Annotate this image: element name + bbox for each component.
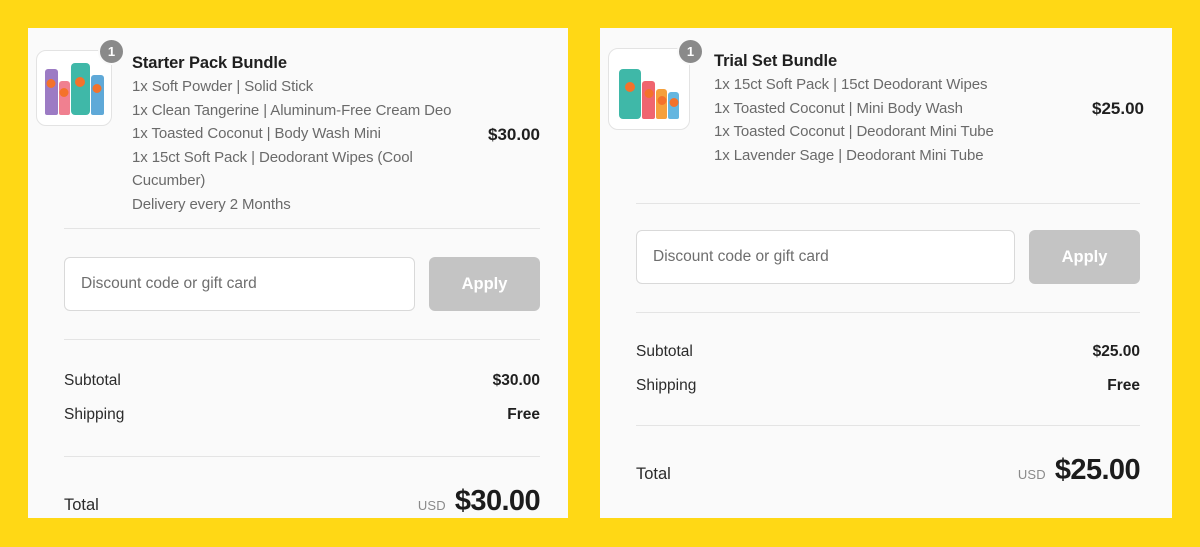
product-line-item: 1x 15ct Soft Pack | 15ct Deodorant Wipes xyxy=(714,76,988,93)
product-image xyxy=(608,48,690,130)
product-line-item: 1x Clean Tangerine | Aluminum-Free Cream… xyxy=(132,101,452,119)
subtotal-value: $25.00 xyxy=(1092,343,1140,360)
discount-code-input[interactable] xyxy=(636,230,1015,284)
grand-total-label: Total xyxy=(64,496,99,514)
product-line-item: 1x Toasted Coconut | Body Wash Mini xyxy=(132,125,381,142)
totals-section: Subtotal $25.00 Shipping Free xyxy=(600,313,1172,403)
grand-total-amount-wrap: USD $30.00 xyxy=(417,485,541,518)
product-row: 1 Starter Pack Bundle 1x Soft Powder | S… xyxy=(28,28,568,216)
bottle-pink-icon xyxy=(58,81,70,115)
bottle-blue-icon xyxy=(90,75,104,115)
order-summary-card-right: 1 Trial Set Bundle 1x 15ct Soft Pack | 1… xyxy=(600,28,1172,518)
product-title: Starter Pack Bundle xyxy=(132,54,287,72)
grand-total-amount-wrap: USD $25.00 xyxy=(1017,454,1141,487)
product-line-item: 1x Lavender Sage | Deodorant Mini Tube xyxy=(714,146,984,164)
grand-total-row: Total USD $25.00 xyxy=(600,426,1172,487)
apply-discount-button[interactable]: Apply xyxy=(1029,230,1140,284)
product-title: Trial Set Bundle xyxy=(714,52,838,70)
totals-section: Subtotal $30.00 Shipping Free xyxy=(28,340,568,432)
wipes-pack-teal-icon xyxy=(70,63,90,115)
quantity-badge: 1 xyxy=(677,38,704,65)
product-image xyxy=(36,50,112,126)
product-line-item: 1x Toasted Coconut | Mini Body Wash xyxy=(714,99,963,117)
product-price: $25.00 xyxy=(1092,98,1144,118)
subtotal-row: Subtotal $25.00 xyxy=(636,335,1140,369)
wipes-pack-teal-icon xyxy=(619,69,641,119)
product-price: $30.00 xyxy=(488,125,540,144)
currency-code: USD xyxy=(1017,467,1046,482)
grand-total-row: Total USD $30.00 xyxy=(28,457,568,518)
apply-discount-button[interactable]: Apply xyxy=(429,257,540,311)
shipping-value: Free xyxy=(507,406,540,423)
product-line-item: 1x 15ct Soft Pack | Deodorant Wipes (Coo… xyxy=(132,148,413,190)
shipping-label: Shipping xyxy=(64,406,125,423)
product-details: Starter Pack Bundle 1x Soft Powder | Sol… xyxy=(112,50,476,216)
grand-total-amount: $30.00 xyxy=(454,485,541,517)
shipping-row: Shipping Free xyxy=(64,398,540,432)
subtotal-label: Subtotal xyxy=(636,343,693,360)
subtotal-value: $30.00 xyxy=(492,372,540,389)
discount-row: Apply xyxy=(28,229,568,339)
checkout-summary-stage: 1 Starter Pack Bundle 1x Soft Powder | S… xyxy=(0,0,1200,547)
product-line-item: 1x Toasted Coconut | Deodorant Mini Tube xyxy=(714,123,994,140)
order-summary-card-left: 1 Starter Pack Bundle 1x Soft Powder | S… xyxy=(28,28,568,518)
product-thumbnail-wrap: 1 xyxy=(36,38,125,126)
product-thumbnail-wrap: 1 xyxy=(608,38,704,130)
discount-row: Apply xyxy=(600,204,1172,312)
subtotal-label: Subtotal xyxy=(64,372,121,389)
grand-total-amount: $25.00 xyxy=(1054,454,1141,486)
shipping-label: Shipping xyxy=(636,377,697,394)
product-bottles-illustration xyxy=(37,59,111,115)
currency-code: USD xyxy=(417,498,446,513)
product-bottles-illustration xyxy=(609,63,689,119)
quantity-badge: 1 xyxy=(98,38,125,65)
product-details: Trial Set Bundle 1x 15ct Soft Pack | 15c… xyxy=(690,48,1080,167)
discount-code-input[interactable] xyxy=(64,257,415,311)
bottle-blue-icon xyxy=(668,92,679,119)
product-line-item: 1x Soft Powder | Solid Stick xyxy=(132,78,314,95)
product-delivery-frequency: Delivery every 2 Months xyxy=(132,195,291,213)
bottle-purple-icon xyxy=(44,69,58,115)
subtotal-row: Subtotal $30.00 xyxy=(64,364,540,398)
bottle-red-icon xyxy=(642,81,655,119)
shipping-row: Shipping Free xyxy=(636,369,1140,403)
shipping-value: Free xyxy=(1107,377,1140,394)
bottle-orange-icon xyxy=(656,89,667,119)
product-row: 1 Trial Set Bundle 1x 15ct Soft Pack | 1… xyxy=(600,28,1172,167)
grand-total-label: Total xyxy=(636,465,671,483)
